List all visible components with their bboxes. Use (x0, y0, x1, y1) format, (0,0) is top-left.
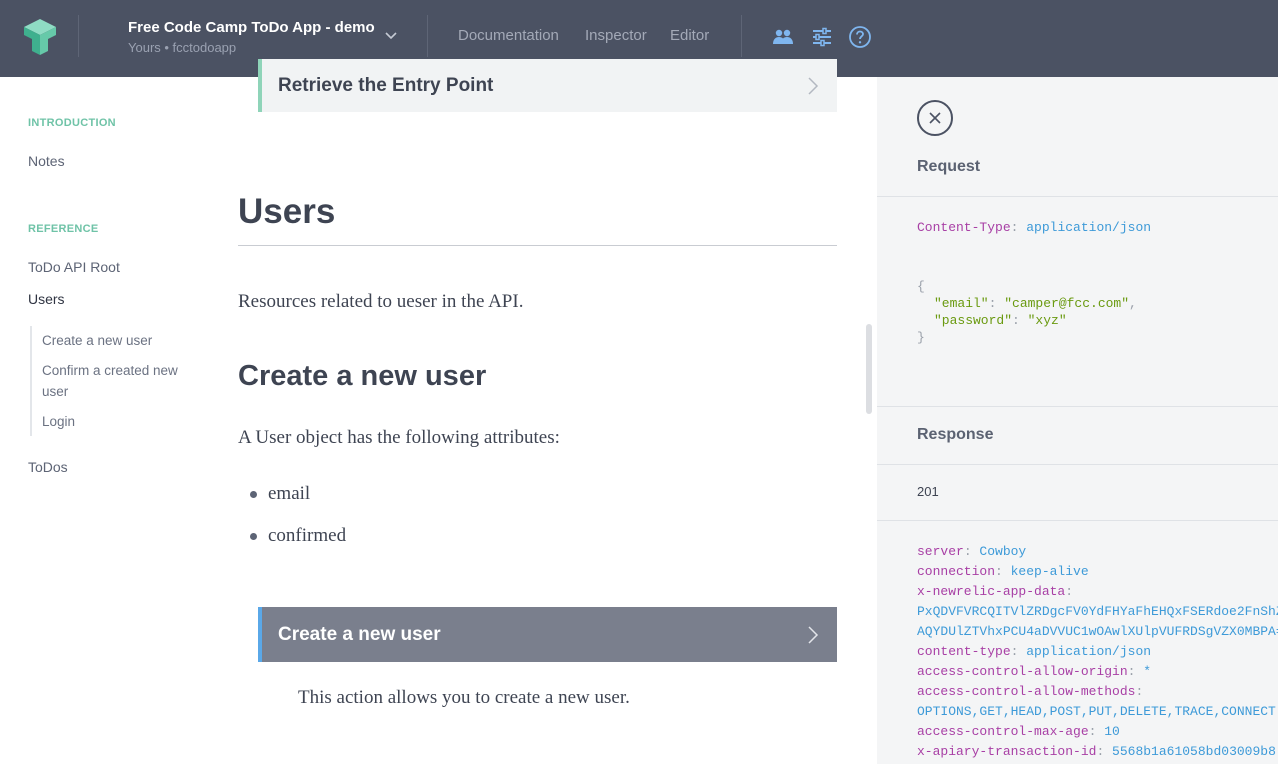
header-value: application/json (1026, 644, 1152, 659)
action-retrieve-entry-point[interactable]: Retrieve the Entry Point (258, 59, 837, 112)
response-header-line: access-control-allow-methods: (917, 684, 1144, 699)
response-header-line: connection: keep-alive (917, 564, 1089, 579)
apiary-logo-icon[interactable] (20, 17, 60, 57)
topbar-divider (78, 15, 79, 57)
action-title: Retrieve the Entry Point (278, 75, 494, 96)
project-title[interactable]: Free Code Camp ToDo App - demo (128, 19, 375, 36)
close-icon (929, 112, 941, 124)
body-brace-open: { (917, 279, 925, 294)
users-heading: Users (238, 192, 336, 231)
scrollbar-thumb[interactable] (866, 324, 872, 414)
response-header-line: PxQDVFVRCQITVlZRDgcFV0YdFHYaFhEHQxFSERdo… (917, 604, 1278, 619)
request-title: Request (917, 158, 981, 175)
sidebar-subtree-line (30, 326, 32, 436)
header-key: x-newrelic-app-data (917, 584, 1066, 599)
action-title: Create a new user (278, 624, 441, 645)
body-line-email: "email": "camper@fcc.com", (934, 296, 1137, 311)
header-value: keep-alive (1010, 564, 1089, 579)
header-key: content-type (917, 644, 1011, 659)
help-icon[interactable] (848, 25, 872, 49)
chevron-right-icon (808, 626, 819, 644)
nav-editor[interactable]: Editor (670, 27, 709, 44)
list-bullet (250, 533, 257, 540)
panel-divider (877, 406, 1278, 407)
heading-divider (238, 245, 837, 246)
header-value: 5568b1a61058bd03009b8 (1112, 744, 1276, 759)
chevron-down-icon[interactable] (385, 30, 397, 42)
response-title: Response (917, 426, 994, 443)
sidebar-section-reference: REFERENCE (28, 223, 99, 235)
header-value: 10 (1104, 724, 1120, 739)
body-brace-close: } (917, 330, 925, 345)
action-create-new-user[interactable]: Create a new user (258, 607, 837, 662)
header-key: access-control-allow-origin (917, 664, 1128, 679)
header-value: OPTIONS,GET,HEAD,POST,PUT,DELETE,TRACE,C… (917, 704, 1276, 719)
nav-inspector[interactable]: Inspector (585, 27, 647, 44)
topbar-divider (741, 15, 742, 57)
sidebar-subitem-login[interactable]: Login (42, 411, 192, 432)
response-header-line: AQYDUlZTVhxPCU4aDVVUC1wOAwlXUlpVUFRDSgVZ… (917, 624, 1278, 639)
response-header-line: server: Cowboy (917, 544, 1027, 559)
response-header-line: access-control-max-age: 10 (917, 724, 1120, 739)
panel-divider (877, 520, 1278, 521)
header-key: access-control-max-age (917, 724, 1089, 739)
project-subtitle: Yours • fcctodoapp (128, 40, 237, 55)
topbar-divider (427, 15, 428, 57)
response-status-code: 201 (917, 484, 939, 499)
header-key: access-control-allow-methods (917, 684, 1136, 699)
response-header-line: x-newrelic-app-data: (917, 584, 1074, 599)
sidebar-subitem-create-user[interactable]: Create a new user (42, 330, 192, 351)
chevron-right-icon (808, 77, 819, 95)
panel-divider (877, 196, 1278, 197)
sidebar-item-todos[interactable]: ToDos (28, 459, 68, 475)
header-value: Cowboy (979, 544, 1027, 559)
attributes-intro: A User object has the following attribut… (238, 427, 560, 448)
request-header: Content-Type: application/json (917, 220, 1152, 235)
header-key: x-apiary-transaction-id (917, 744, 1097, 759)
response-header-line: OPTIONS,GET,HEAD,POST,PUT,DELETE,TRACE,C… (917, 704, 1276, 719)
list-item: confirmed (268, 525, 347, 546)
list-bullet (250, 491, 257, 498)
list-item: email (268, 483, 311, 504)
panel-divider (877, 464, 1278, 465)
header-value: application/json (1026, 220, 1152, 235)
nav-documentation[interactable]: Documentation (458, 27, 559, 44)
sidebar-item-users[interactable]: Users (28, 291, 65, 307)
sidebar-item-api-root[interactable]: ToDo API Root (28, 259, 120, 275)
create-user-heading: Create a new user (238, 360, 487, 392)
users-description: Resources related to ueser in the API. (238, 291, 524, 312)
header-value: AQYDUlZTVhxPCU4aDVVUC1wOAwlXUlpVUFRDSgVZ… (917, 624, 1278, 639)
request-response-panel: Request Content-Type: application/json {… (877, 77, 1278, 764)
response-header-line: x-apiary-transaction-id: 5568b1a61058bd0… (917, 744, 1276, 759)
body-line-password: "password": "xyz" (934, 313, 1067, 328)
close-button[interactable] (917, 100, 953, 136)
header-key: server (917, 544, 964, 559)
header-value: PxQDVFVRCQITVlZRDgcFV0YdFHYaFhEHQxFSERdo… (917, 604, 1278, 619)
action-description: This action allows you to create a new u… (298, 687, 630, 708)
response-header-line: content-type: application/json (917, 644, 1152, 659)
response-header-line: access-control-allow-origin: * (917, 664, 1152, 679)
header-value: * (1143, 664, 1152, 679)
sidebar-section-introduction: INTRODUCTION (28, 117, 116, 129)
team-icon[interactable] (771, 25, 795, 49)
settings-sliders-icon[interactable] (810, 25, 834, 49)
header-key: connection (917, 564, 996, 579)
header-key: Content-Type (917, 220, 1011, 235)
sidebar-item-notes[interactable]: Notes (28, 153, 65, 169)
sidebar-subitem-confirm-user[interactable]: Confirm a created new user (42, 360, 192, 402)
